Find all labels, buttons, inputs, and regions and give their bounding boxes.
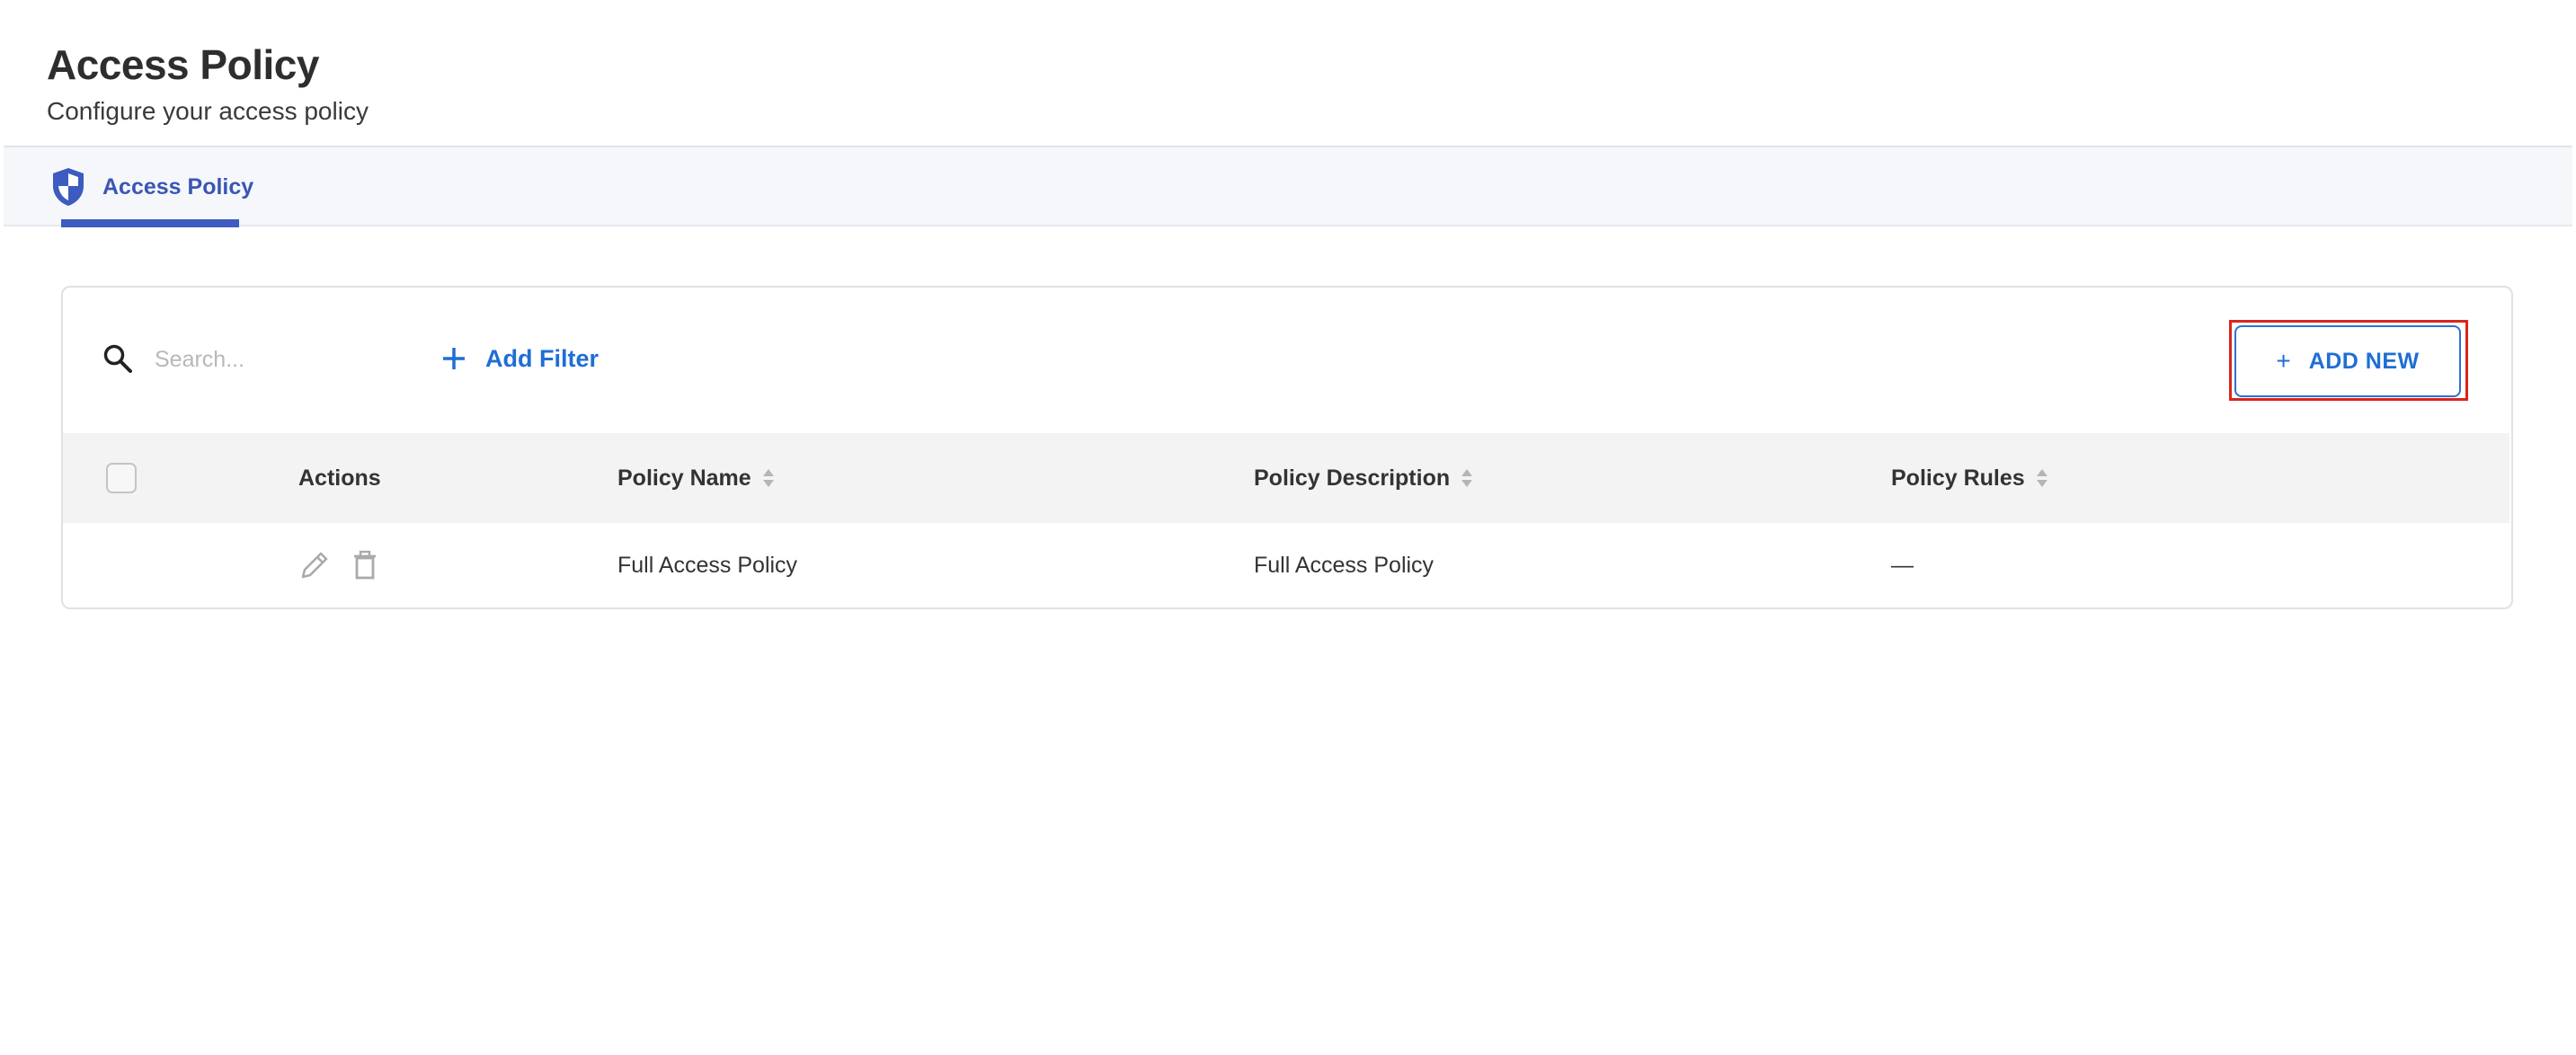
- column-header-policy-description[interactable]: Policy Description: [1254, 433, 1473, 523]
- column-header-policy-rules[interactable]: Policy Rules: [1891, 433, 2048, 523]
- search-input[interactable]: [153, 338, 444, 381]
- page-header: Access Policy Configure your access poli…: [47, 40, 369, 128]
- search-icon: [103, 344, 132, 373]
- sort-icon[interactable]: [762, 467, 775, 489]
- column-header-policy-name[interactable]: Policy Name: [617, 433, 775, 523]
- policy-table-card: Add Filter + ADD NEW Actions Policy Name…: [61, 286, 2513, 609]
- cell-policy-name: Full Access Policy: [617, 552, 798, 578]
- cell-policy-description: Full Access Policy: [1254, 552, 1435, 578]
- shield-icon: [53, 168, 84, 206]
- select-all-checkbox[interactable]: [106, 463, 137, 493]
- table-header: Actions Policy Name Policy Description P…: [63, 433, 2509, 523]
- add-new-button[interactable]: + ADD NEW: [2234, 325, 2461, 397]
- sort-icon[interactable]: [2036, 467, 2048, 489]
- active-tab-indicator: [61, 219, 239, 227]
- add-filter-label: Add Filter: [485, 344, 599, 372]
- add-new-label: ADD NEW: [2308, 348, 2420, 374]
- plus-icon: +: [2276, 347, 2291, 375]
- column-label: Policy Name: [617, 465, 751, 491]
- delete-icon[interactable]: [349, 549, 381, 581]
- cell-policy-rules: —: [1891, 552, 1914, 578]
- column-label: Policy Description: [1254, 465, 1451, 491]
- sort-icon[interactable]: [1461, 467, 1473, 489]
- column-header-actions: Actions: [298, 433, 381, 523]
- page-title: Access Policy: [47, 41, 319, 88]
- tab-label: Access Policy: [102, 173, 254, 199]
- tab-bar: Access Policy: [4, 146, 2572, 227]
- column-label: Policy Rules: [1891, 465, 2025, 491]
- column-label: Actions: [298, 465, 381, 491]
- add-filter-button[interactable]: Add Filter: [440, 338, 599, 379]
- table-row: Full Access Policy Full Access Policy —: [63, 523, 2509, 607]
- row-actions: [298, 523, 381, 607]
- edit-icon[interactable]: [298, 549, 331, 581]
- plus-icon: [443, 348, 465, 369]
- tab-access-policy[interactable]: Access Policy: [50, 147, 253, 226]
- page-subtitle: Configure your access policy: [47, 97, 369, 125]
